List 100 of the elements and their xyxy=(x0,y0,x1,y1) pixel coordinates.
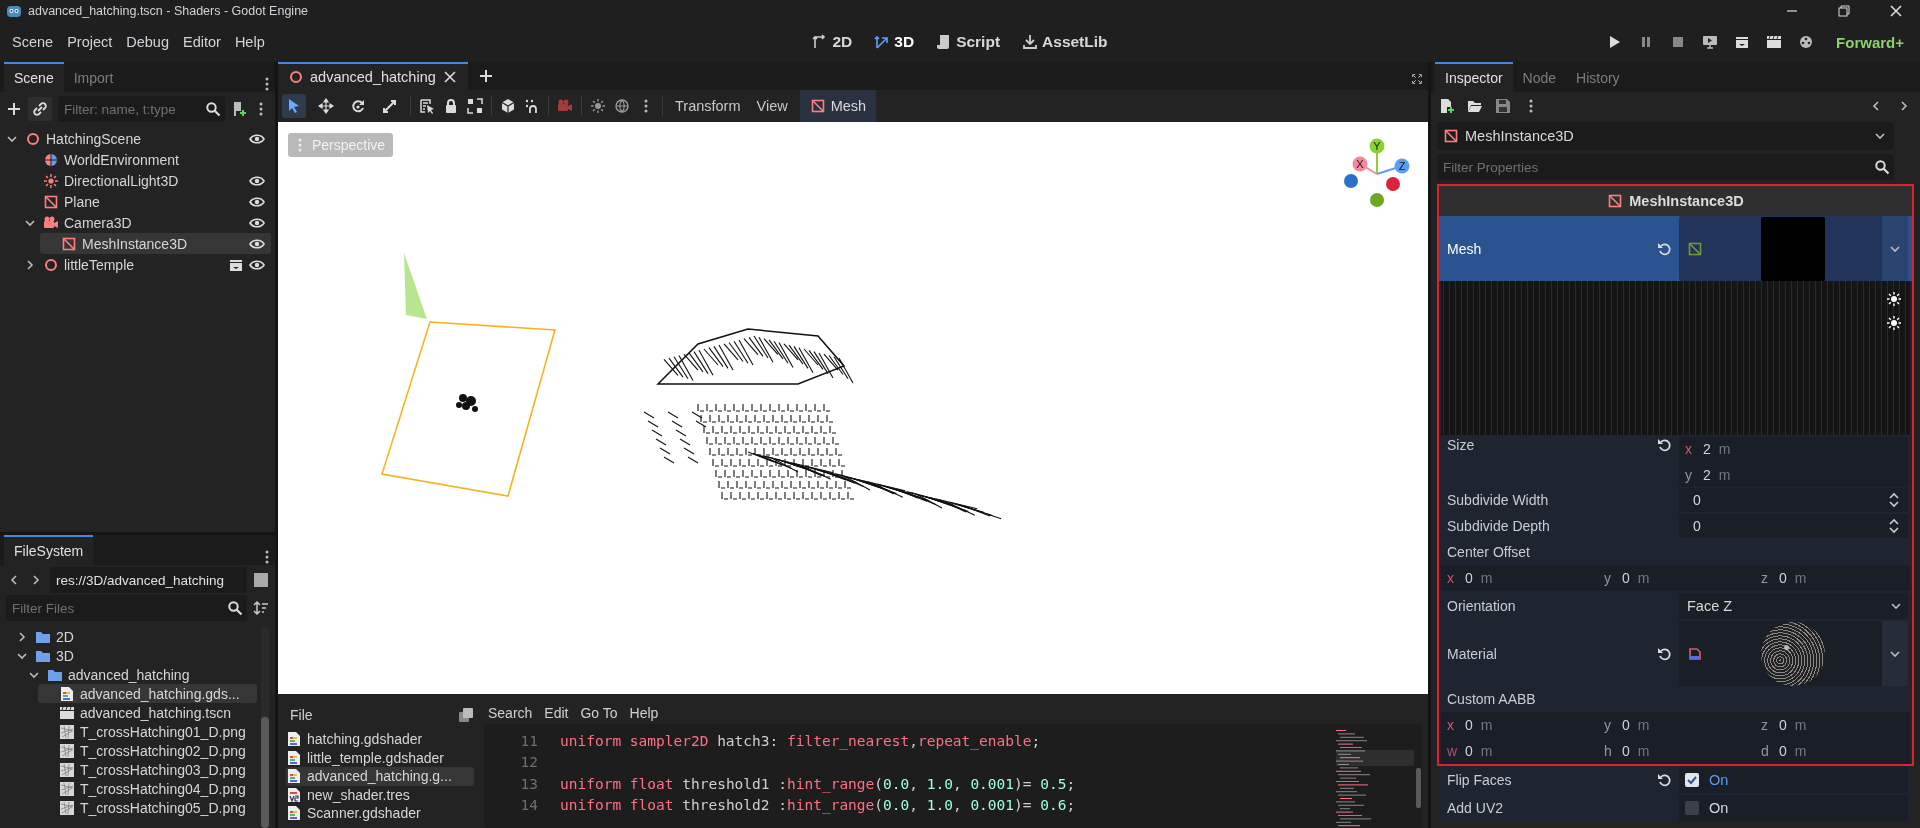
object-selector[interactable]: MeshInstance3D xyxy=(1437,122,1894,150)
axis-handle[interactable] xyxy=(1344,174,1358,188)
menu-item[interactable]: Debug xyxy=(120,30,175,54)
filter-input[interactable]: Filter Files xyxy=(10,599,227,617)
tree-item[interactable]: WorldEnvironment xyxy=(22,149,271,170)
file-item[interactable]: T_crossHatching04_D.png xyxy=(38,779,257,798)
menu-item[interactable]: Editor xyxy=(177,30,227,54)
tree-item[interactable]: Plane xyxy=(22,191,271,212)
file-item[interactable]: 2D xyxy=(14,627,257,646)
number-spinbox[interactable]: 0 xyxy=(1679,488,1908,512)
tool-button[interactable] xyxy=(282,94,306,118)
filter-input[interactable]: Filter: name, t:type xyxy=(62,100,205,118)
file-item[interactable]: T_crossHatching05_D.png xyxy=(38,798,257,817)
light-toggle-icon[interactable] xyxy=(1886,315,1902,331)
number-spinbox[interactable]: 0 xyxy=(1679,514,1908,538)
axis-handle[interactable]: Y xyxy=(1369,138,1385,154)
axis-handle[interactable]: Z xyxy=(1394,158,1410,174)
sort-icon[interactable] xyxy=(253,600,269,616)
menu-button[interactable]: View xyxy=(752,94,792,118)
document-tab[interactable]: advanced_hatching xyxy=(278,62,468,90)
checkbox-icon[interactable] xyxy=(1685,773,1699,787)
menu-item[interactable]: Project xyxy=(61,30,119,54)
tree-item[interactable]: DirectionalLight3D xyxy=(22,170,271,191)
camera-icon[interactable] xyxy=(557,98,573,114)
add-tab-icon[interactable] xyxy=(477,68,494,84)
script-list-item[interactable]: new_shader.tres xyxy=(286,785,474,804)
script-list-item[interactable]: advanced_hatching.g... xyxy=(286,767,474,786)
tree-item[interactable]: MeshInstance3D xyxy=(40,233,271,254)
file-item[interactable]: T_crossHatching03_D.png xyxy=(38,760,257,779)
vector-field[interactable]: x 0 m y 0 m z 0 m xyxy=(1441,565,1910,591)
axis-handle[interactable] xyxy=(1370,193,1384,207)
workspace-button[interactable]: Script xyxy=(930,29,1007,55)
workspace-button[interactable]: 3D xyxy=(868,29,921,55)
file-item[interactable]: advanced_hatching xyxy=(26,665,257,684)
workspace-button[interactable]: 2D xyxy=(806,29,859,55)
lock-icon[interactable] xyxy=(443,98,459,114)
file-item[interactable]: advanced_hatching.gds... xyxy=(38,684,257,703)
dock-tab[interactable]: FileSystem xyxy=(4,535,94,565)
close-icon[interactable] xyxy=(1888,3,1904,19)
light-toggle-icon[interactable] xyxy=(1886,291,1902,307)
menu-item[interactable]: Help xyxy=(228,30,271,54)
copy-icon[interactable] xyxy=(458,707,474,723)
script-list-item[interactable]: little_temple.gdshader xyxy=(286,748,474,767)
globe-icon[interactable] xyxy=(614,98,630,114)
film-reel-icon[interactable] xyxy=(1798,34,1815,50)
snap-icon[interactable] xyxy=(524,98,540,114)
link-button[interactable] xyxy=(28,97,52,121)
code-editor[interactable]: 11 uniform sampler2D hatch3: filter_nearest,repeat_enable; 12 13 uniform float threshold1 :hint_range(0.0, 1.0, 0.001)= 0.5; 14 uniform float threshold2 :hint_range(0.0, 1.0, 0.001)= 0.6; xyxy=(484,724,1422,828)
close-icon[interactable] xyxy=(441,69,458,85)
tree-item[interactable]: littleTemple xyxy=(22,254,271,275)
square-icon[interactable] xyxy=(253,572,269,588)
axis-handle[interactable] xyxy=(1386,177,1400,191)
checkbox-toggle[interactable]: On xyxy=(1679,767,1908,793)
menu-item[interactable]: Help xyxy=(625,703,663,723)
scrollbar[interactable] xyxy=(261,627,269,828)
revert-icon[interactable] xyxy=(1657,437,1673,453)
mesh-menu-button[interactable]: Mesh xyxy=(799,90,877,122)
tree-item[interactable]: HatchingScene xyxy=(4,128,271,149)
workspace-button[interactable]: AssetLib xyxy=(1016,29,1114,55)
dock-tab[interactable]: Scene xyxy=(4,62,64,92)
inspector-tab[interactable]: Inspector xyxy=(1435,62,1513,92)
script-list-item[interactable]: Scanner.gdshader xyxy=(286,804,474,823)
filter-field[interactable]: Filter: name, t:type xyxy=(58,96,225,122)
file-item[interactable]: advanced_hatching.tscn xyxy=(38,703,257,722)
clapperboard-icon[interactable] xyxy=(1766,34,1783,50)
file-menu[interactable]: File xyxy=(286,705,317,725)
group-icon[interactable] xyxy=(467,98,483,114)
restore-icon[interactable] xyxy=(1836,3,1852,19)
sun-icon[interactable] xyxy=(590,98,606,114)
inspector-tab[interactable]: Node xyxy=(1512,62,1567,92)
checkbox-icon[interactable] xyxy=(1685,801,1699,815)
vector-field[interactable]: x 0 m y 0 m z 0 m w 0 m h 0 m d 0 m xyxy=(1441,712,1910,764)
revert-icon[interactable] xyxy=(1657,772,1673,788)
menu-item[interactable]: Search xyxy=(484,703,537,723)
menu-button[interactable]: Transform xyxy=(671,94,745,118)
tree-item[interactable]: Camera3D xyxy=(22,212,271,233)
filter-input[interactable]: Filter Properties xyxy=(1441,158,1874,176)
checkbox-toggle[interactable]: On xyxy=(1679,795,1908,821)
dock-tab[interactable]: Import xyxy=(63,62,124,92)
list-select-icon[interactable] xyxy=(419,98,435,114)
folder-icon[interactable] xyxy=(1467,98,1483,114)
file-item[interactable]: T_crossHatching01_D.png xyxy=(38,722,257,741)
revert-icon[interactable] xyxy=(1657,240,1673,257)
menu-item[interactable]: Edit xyxy=(540,703,573,723)
menu-item[interactable]: Scene xyxy=(6,30,60,54)
filter-field[interactable]: Filter Files xyxy=(6,595,247,621)
filter-field[interactable]: Filter Properties xyxy=(1437,154,1894,180)
renderer-dropdown[interactable]: Forward+ xyxy=(1830,32,1910,52)
vector-field[interactable]: x 2 m y 2 m xyxy=(1679,437,1908,487)
file-item[interactable]: 3D xyxy=(14,646,257,665)
revert-icon[interactable] xyxy=(1657,645,1673,662)
axis-handle[interactable]: X xyxy=(1352,156,1368,172)
add-icon[interactable] xyxy=(6,101,22,117)
file-item[interactable]: T_crossHatching02_D.png xyxy=(38,741,257,760)
script-list-item[interactable]: hatching.gdshader xyxy=(286,730,474,749)
menu-item[interactable]: Go To xyxy=(576,703,622,723)
add-script-icon[interactable] xyxy=(231,101,247,117)
remote-debug-icon[interactable] xyxy=(1702,34,1719,50)
save-icon[interactable] xyxy=(1495,98,1511,114)
clapperboard-icon[interactable] xyxy=(1734,34,1751,50)
